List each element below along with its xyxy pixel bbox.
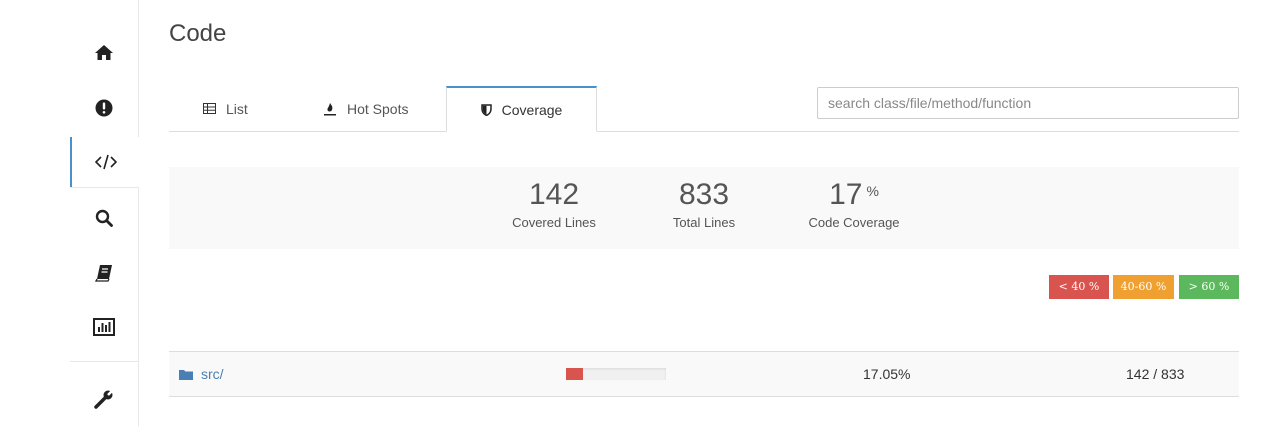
alert-icon — [95, 99, 113, 117]
folder-icon — [179, 369, 193, 380]
code-coverage-unit: % — [866, 183, 879, 199]
stat-covered-lines: 142 Covered Lines — [479, 177, 629, 230]
stat-total-lines: 833 Total Lines — [629, 177, 779, 230]
code-coverage-value-wrap: 17% — [779, 177, 929, 213]
legend-low: < 40 % — [1049, 275, 1109, 299]
fire-icon — [324, 102, 336, 115]
tabs-divider — [169, 131, 1239, 132]
coverage-summary: 142 Covered Lines 833 Total Lines 17% Co… — [169, 167, 1239, 249]
covered-lines-label: Covered Lines — [512, 215, 596, 230]
sidebar-item-reports[interactable] — [70, 300, 138, 354]
total-lines-label: Total Lines — [672, 215, 736, 230]
book-icon — [95, 265, 112, 282]
tab-coverage[interactable]: Coverage — [446, 86, 597, 132]
sidebar-divider — [70, 361, 138, 362]
home-icon — [95, 45, 113, 60]
total-lines-value: 833 — [678, 178, 730, 211]
table-icon — [203, 103, 216, 114]
sidebar-divider — [70, 187, 138, 188]
coverage-bar-fill — [566, 368, 584, 380]
search-icon — [95, 209, 113, 227]
table-row: src/ 17.05% 142 / 833 — [169, 351, 1239, 397]
folder-name: src/ — [201, 366, 224, 382]
covered-lines-value: 142 — [528, 178, 580, 211]
stat-code-coverage: 17% Code Coverage — [779, 177, 929, 230]
coverage-lines: 142 / 833 — [1126, 366, 1185, 382]
sidebar — [70, 0, 140, 426]
tab-list-label: List — [226, 100, 248, 117]
folder-link[interactable]: src/ — [179, 352, 224, 396]
legend-medium: 40-60 % — [1113, 275, 1174, 299]
tab-coverage-label: Coverage — [501, 101, 563, 118]
code-coverage-label: Code Coverage — [808, 215, 900, 230]
shield-icon — [480, 103, 492, 116]
sidebar-item-settings[interactable] — [70, 372, 138, 426]
sidebar-item-code[interactable] — [70, 137, 140, 187]
coverage-percent: 17.05% — [863, 366, 911, 382]
page-title: Code — [169, 20, 227, 47]
sidebar-item-home[interactable] — [70, 26, 138, 80]
tab-hot-spots-label: Hot Spots — [347, 100, 409, 117]
sidebar-item-issues[interactable] — [70, 81, 138, 135]
search-input[interactable] — [817, 87, 1239, 119]
code-coverage-value: 17 — [829, 178, 863, 211]
chart-icon — [93, 318, 115, 336]
tab-hot-spots[interactable]: Hot Spots — [323, 86, 408, 131]
coverage-bar — [566, 368, 666, 380]
sidebar-item-search[interactable] — [70, 191, 138, 245]
sidebar-item-docs[interactable] — [70, 246, 138, 300]
wrench-icon — [94, 389, 114, 409]
legend-high: > 60 % — [1179, 275, 1239, 299]
code-icon — [95, 154, 117, 170]
tab-list[interactable]: List — [203, 86, 248, 131]
